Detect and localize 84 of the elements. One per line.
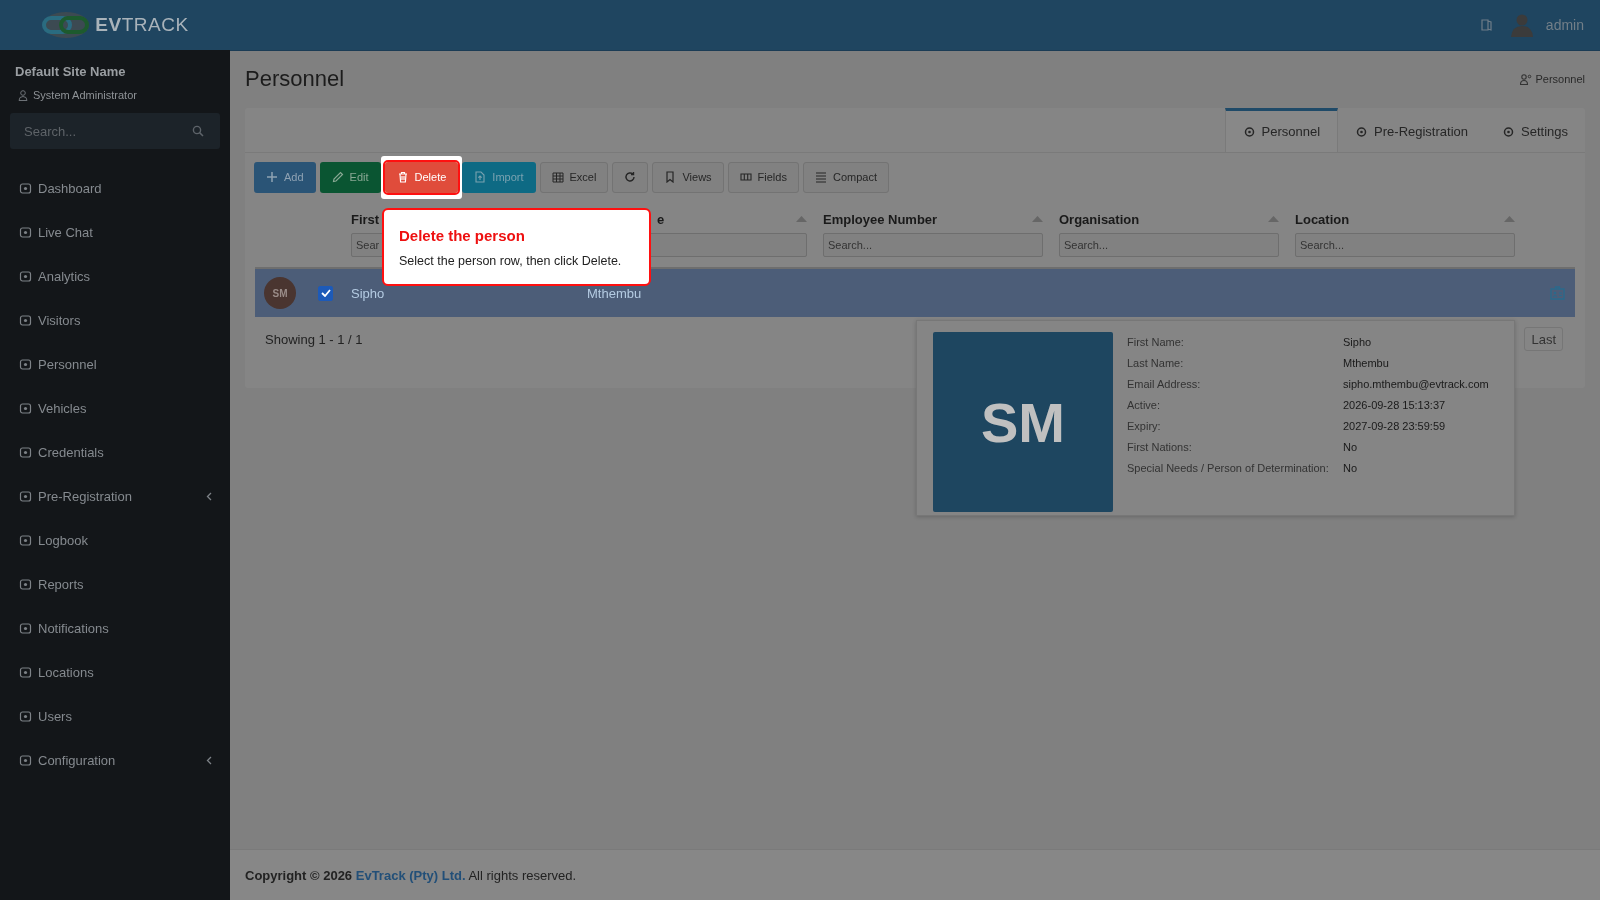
sort-icon[interactable]	[1032, 216, 1043, 222]
field-value: 2026-09-28 15:13:37	[1343, 398, 1447, 413]
pagination-button[interactable]: Last	[1524, 327, 1563, 351]
sidebar-item[interactable]: Live Chat	[0, 210, 230, 254]
sidebar-search-field[interactable]: Search...	[10, 113, 220, 149]
company-link[interactable]: EvTrack (Pty) Ltd.	[355, 867, 466, 883]
refresh-button[interactable]	[612, 161, 649, 193]
tooltip-text: Select the person row, then click Delete.	[399, 254, 623, 268]
refresh-icon	[624, 171, 637, 183]
table-row[interactable]: SM Sipho Mthembu	[255, 267, 1575, 317]
sort-icon[interactable]	[1268, 216, 1279, 222]
delete-button[interactable]: Delete	[384, 161, 459, 193]
column-header[interactable]: Location	[1295, 211, 1350, 227]
logo-icon	[41, 10, 92, 40]
field-value: sipho.mthembu@evtrack.com	[1343, 377, 1489, 392]
sidebar-item[interactable]: Users	[0, 694, 230, 738]
column-header[interactable]: e	[657, 211, 665, 227]
showing-text: Showing 1 - 1 / 1	[265, 331, 363, 347]
filter-field[interactable]: Search...	[1059, 233, 1279, 257]
columns-icon	[739, 171, 752, 183]
plus-icon	[266, 171, 278, 183]
sidebar-item[interactable]: Personnel	[0, 342, 230, 386]
sort-icon[interactable]	[796, 216, 807, 222]
column-header[interactable]: Organisation	[1059, 211, 1140, 227]
search-icon	[192, 125, 204, 137]
field-label: Email Address:	[1127, 377, 1202, 392]
user-name[interactable]: admin	[1545, 17, 1584, 33]
sidebar-item[interactable]: Dashboard	[0, 166, 230, 210]
pencil-icon	[331, 171, 344, 183]
sidebar-item[interactable]: Locations	[0, 650, 230, 694]
avatar-icon	[1509, 13, 1534, 37]
tab[interactable]: Personnel	[1224, 108, 1339, 152]
field-value: No	[1343, 440, 1359, 455]
sidebar-item[interactable]: Vehicles	[0, 386, 230, 430]
door-icon[interactable]	[1480, 19, 1492, 31]
field-label: Last Name:	[1127, 356, 1185, 371]
sidebar-item[interactable]: Credentials	[0, 430, 230, 474]
tooltip-title: Delete the person	[399, 227, 526, 244]
compact-button[interactable]: Compact	[802, 161, 889, 193]
row-checkbox[interactable]	[318, 285, 333, 301]
field-label: Special Needs / Person of Determination:	[1127, 461, 1330, 476]
bookmark-icon	[664, 171, 677, 183]
site-name: Default Site Name	[14, 63, 127, 81]
role-text: System Administrator	[33, 89, 137, 101]
field-label: Expiry:	[1127, 419, 1162, 434]
field-value: No	[1343, 461, 1359, 476]
table-icon	[551, 171, 564, 183]
page-title: Personnel	[245, 66, 345, 92]
sort-icon[interactable]	[1504, 216, 1515, 222]
fields-button[interactable]: Fields	[727, 161, 799, 193]
column-header[interactable]: Employee Number	[823, 211, 938, 227]
first-name-link[interactable]: Sipho	[351, 285, 385, 301]
avatar-badge: SM	[264, 277, 296, 309]
add-button[interactable]: Add	[254, 161, 316, 193]
field-value: Sipho	[1343, 335, 1373, 350]
sidebar-item[interactable]: Logbook	[0, 518, 230, 562]
field-label: First Nations:	[1127, 440, 1193, 455]
field-value: 2027-09-28 23:59:59	[1343, 419, 1447, 434]
sidebar-item[interactable]: Pre-Registration	[0, 474, 230, 518]
excel-button[interactable]: Excel	[539, 161, 609, 193]
views-button[interactable]: Views	[652, 161, 724, 193]
user-icon	[18, 89, 28, 101]
sidebar-item[interactable]: Notifications	[0, 606, 230, 650]
sidebar-item[interactable]: Analytics	[0, 254, 230, 298]
tab[interactable]: Pre-Registration	[1338, 108, 1485, 152]
field-label: Active:	[1127, 398, 1161, 413]
tab[interactable]: Settings	[1485, 108, 1585, 152]
sidebar-item[interactable]: Visitors	[0, 298, 230, 342]
field-value: Mthembu	[1343, 356, 1390, 371]
breadcrumb[interactable]: Personnel	[1535, 73, 1585, 85]
column-header[interactable]: First	[351, 211, 380, 227]
logo-text: EVTRACK	[95, 14, 189, 36]
filter-field[interactable]: Search...	[823, 233, 1043, 257]
file-icon	[474, 171, 487, 183]
edit-button[interactable]: Edit	[319, 161, 381, 193]
last-name-link[interactable]: Mthembu	[587, 285, 642, 301]
avatar-tile: SM	[933, 332, 1113, 512]
menu-icon	[814, 171, 827, 183]
filter-field[interactable]: Search...	[1295, 233, 1515, 257]
field-label: First Name:	[1127, 335, 1185, 350]
copyright-text: Copyright © 2026 EvTrack (Pty) Ltd. All rights reserved.	[245, 867, 577, 883]
trash-icon	[396, 171, 409, 183]
sidebar-item[interactable]: Reports	[0, 562, 230, 606]
sidebar-item[interactable]: Configuration	[0, 738, 230, 782]
